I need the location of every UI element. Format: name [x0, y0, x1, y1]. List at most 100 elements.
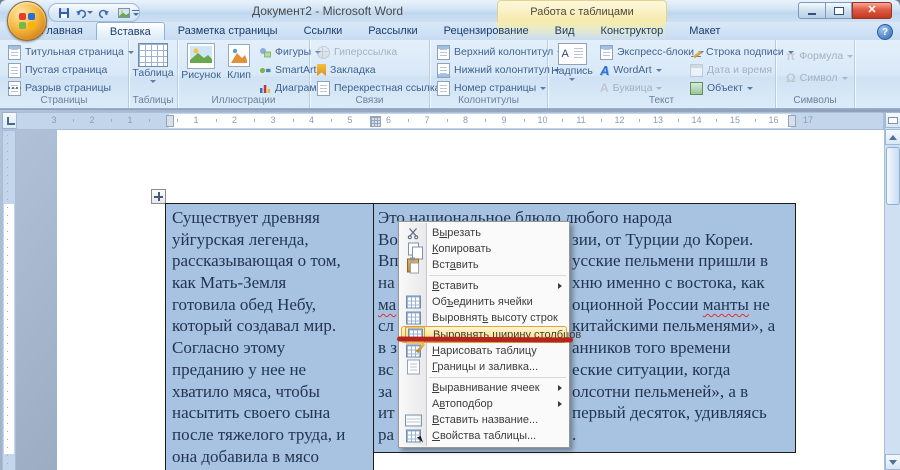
header-icon: [437, 44, 450, 60]
submenu-arrow-icon: [558, 401, 562, 407]
indent-marker[interactable]: [166, 115, 174, 127]
vertical-scrollbar[interactable]: [884, 112, 900, 470]
ruler-number: 16: [768, 115, 779, 125]
borders-shading-icon: [404, 359, 422, 375]
menu-item-insert-caption[interactable]: Вставить название...: [399, 412, 569, 428]
object-icon: [690, 81, 703, 95]
tab-view[interactable]: Вид: [542, 22, 588, 40]
tab-table-layout[interactable]: Макет: [676, 22, 733, 40]
window-title: Документ2 - Microsoft Word: [252, 4, 404, 18]
table-text-line: после тяжелого труда, и: [172, 424, 346, 444]
office-button[interactable]: [7, 1, 47, 41]
table-text-line: готовила обед Небу,: [172, 294, 316, 314]
scrollbar-thumb[interactable]: [886, 147, 900, 205]
scroll-down-button[interactable]: [885, 454, 900, 470]
header-button[interactable]: Верхний колонтитул: [435, 44, 565, 60]
restore-button[interactable]: [826, 2, 852, 19]
scroll-up-button[interactable]: [885, 129, 900, 145]
undo-dropdown-icon: [87, 11, 93, 14]
bookmark-button[interactable]: Закладка: [315, 62, 442, 78]
vertical-ruler[interactable]: [2, 130, 16, 470]
ruler-toggle-button[interactable]: [885, 112, 900, 128]
footer-button[interactable]: Нижний колонтитул: [435, 62, 565, 78]
cover-page-button[interactable]: Титульная страница: [6, 44, 136, 60]
quick-parts-icon: [600, 44, 613, 60]
ruler-tick: [523, 119, 525, 122]
tab-references[interactable]: Ссылки: [291, 22, 356, 40]
menu-item-cell-alignment[interactable]: Выравнивание ячеек: [399, 380, 569, 396]
table-properties-icon: [404, 429, 422, 444]
table-move-handle[interactable]: [151, 189, 166, 204]
ruler-number: 12: [614, 115, 625, 125]
customize-qat-button[interactable]: [129, 6, 142, 19]
table-button[interactable]: Таблица: [129, 43, 177, 83]
group-label-tables: Таблицы: [132, 95, 174, 106]
symbol-icon: Ω: [786, 71, 796, 85]
symbol-button[interactable]: Ω Символ: [784, 70, 855, 86]
menu-item-table-properties[interactable]: Свойства таблицы...: [399, 428, 569, 444]
submenu-arrow-icon: [558, 385, 562, 391]
text-box-icon: A: [557, 43, 587, 65]
table-left-cell[interactable]: Существует древняя уйгурская легенда, расс…: [165, 203, 374, 470]
close-icon: ✕: [867, 4, 877, 16]
chart-icon: [260, 84, 271, 93]
table-icon: [138, 43, 168, 67]
menu-item-autofit[interactable]: Автоподбор: [399, 396, 569, 412]
table-column-marker[interactable]: [370, 116, 381, 127]
table-text-line: который создавал мир.: [172, 316, 337, 336]
undo-button[interactable]: [75, 5, 93, 20]
dropdown-arrow-icon: [841, 76, 848, 80]
ruler-tick: [177, 119, 178, 122]
equation-button[interactable]: π Формула: [784, 48, 855, 64]
hyperlink-icon: [317, 45, 330, 59]
cover-page-icon: [8, 44, 21, 60]
undo-icon: [76, 9, 86, 18]
tab-mailings[interactable]: Рассылки: [355, 22, 430, 40]
merge-cells-icon: [404, 295, 422, 310]
minimize-button[interactable]: [798, 2, 826, 19]
right-margin-marker[interactable]: [788, 115, 796, 127]
tab-page-layout[interactable]: Разметка страницы: [165, 22, 291, 40]
menu-item-copy[interactable]: Копировать: [399, 241, 569, 260]
horizontal-ruler[interactable]: 3 2 1 1 2 3 4 5 6 7 8 9 10 11 12 13 14 15 16 17: [16, 112, 884, 130]
page-number-button[interactable]: Номер страницы: [435, 80, 565, 96]
ruler-number: 3: [270, 115, 276, 125]
page-break-icon: [8, 80, 21, 96]
menu-item-cut[interactable]: Вырезать: [399, 225, 569, 241]
save-button[interactable]: [55, 5, 73, 20]
ruler-number: 1: [193, 115, 199, 125]
help-button[interactable]: ?: [877, 24, 893, 40]
cross-reference-button[interactable]: Перекрестная ссылка: [315, 80, 442, 96]
clip-art-button[interactable]: Клип: [223, 43, 255, 81]
table-context-menu: Вырезать Копировать Вставить Вставить Об…: [398, 221, 581, 448]
menu-item-paste-special[interactable]: Вставить: [399, 278, 569, 294]
menu-item-merge-cells[interactable]: Объединить ячейки: [399, 294, 569, 310]
tab-review[interactable]: Рецензирование: [431, 22, 542, 40]
footer-icon: [437, 62, 450, 78]
hyperlink-button[interactable]: Гиперссылка: [315, 44, 442, 60]
picture-insert-button[interactable]: Рисунок: [181, 43, 221, 81]
menu-item-draw-table[interactable]: Нарисовать таблицу: [399, 343, 569, 359]
ruler-tick: [149, 119, 150, 122]
menu-item-borders-shading[interactable]: Границы и заливка...: [399, 359, 569, 375]
ribbon-group-header-footer: Верхний колонтитул Нижний колонтитул Ном…: [430, 40, 564, 108]
menu-item-distribute-rows[interactable]: Выровнять высоту строк: [399, 310, 569, 326]
ruler-number: 3: [51, 115, 57, 125]
group-label-symbols: Символы: [793, 95, 837, 106]
group-label-header-footer: Колонтитулы: [458, 95, 519, 106]
menu-item-paste[interactable]: Вставить: [399, 257, 569, 273]
tab-insert[interactable]: Вставка: [95, 22, 165, 40]
ruler-tick: [600, 119, 602, 122]
ribbon-group-tables: Таблица Таблицы: [129, 40, 178, 108]
ruler-tick: [111, 119, 112, 122]
text-box-button[interactable]: A Надпись: [550, 43, 594, 81]
move-cross-icon: [154, 192, 163, 201]
tab-table-design[interactable]: Конструктор: [588, 22, 677, 40]
page-break-button[interactable]: Разрыв страницы: [6, 80, 136, 96]
title-bar: Документ2 - Microsoft Word Работа с табл…: [0, 0, 900, 41]
wordart-icon: A: [600, 62, 610, 78]
ruler-number: 14: [691, 115, 702, 125]
blank-page-button[interactable]: Пустая страница: [6, 62, 136, 78]
close-button[interactable]: ✕: [852, 2, 892, 19]
redo-button[interactable]: [95, 5, 113, 20]
